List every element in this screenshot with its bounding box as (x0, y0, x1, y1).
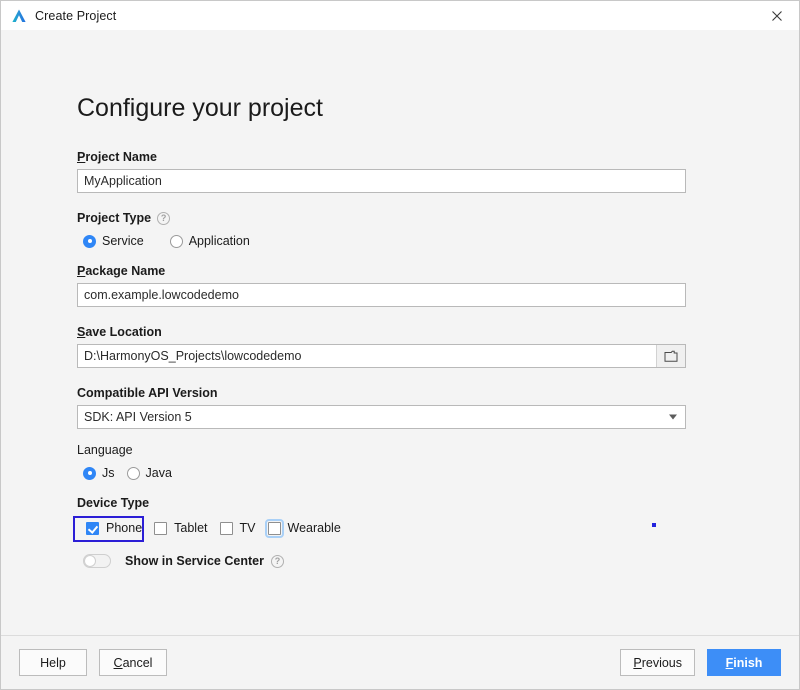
package-name-label-rest: ackage Name (85, 264, 166, 278)
folder-icon[interactable] (656, 345, 685, 367)
checkbox-label-wearable: Wearable (287, 521, 341, 535)
save-location-input[interactable] (77, 344, 686, 368)
project-name-label: Project Name (77, 150, 687, 164)
project-config-form: Project Name Project Type ? Service Appl… (73, 150, 687, 573)
project-name-label-rest: roject Name (85, 150, 157, 164)
compatible-api-version-select[interactable]: SDK: API Version 5 (77, 405, 686, 429)
radio-option-application[interactable]: Application (169, 234, 250, 248)
help-circle-icon-project-type[interactable]: ? (157, 211, 171, 225)
language-label: Language (77, 443, 687, 457)
previous-label-rest: revious (641, 655, 682, 670)
checkbox-indicator-phone[interactable] (86, 521, 99, 535)
radio-label-js: Js (102, 466, 115, 480)
radio-label-java: Java (145, 466, 172, 480)
checkbox-label-tv: TV (239, 521, 256, 535)
project-name-input[interactable] (77, 169, 686, 193)
save-location-field (77, 344, 686, 368)
cancel-label-rest: ancel (122, 655, 153, 670)
language-radio-group: Js Java (77, 462, 687, 484)
close-icon[interactable] (755, 1, 799, 30)
titlebar: Create Project (1, 1, 799, 30)
save-location-label-rest: ave Location (85, 325, 162, 339)
checkbox-option-tablet[interactable]: Tablet (148, 517, 213, 539)
show-in-service-center-row: Show in Service Center ? (77, 549, 687, 573)
checkbox-option-phone[interactable]: Phone (80, 517, 148, 539)
device-type-label: Device Type (77, 496, 687, 510)
cancel-button[interactable]: Cancel (99, 649, 167, 676)
checkbox-option-wearable[interactable]: Wearable (262, 517, 347, 539)
checkbox-label-phone: Phone (106, 521, 143, 535)
compatible-api-version-label: Compatible API Version (77, 386, 687, 400)
window-title: Create Project (35, 8, 117, 23)
checkbox-indicator-tablet[interactable] (154, 521, 168, 535)
help-circle-icon-service-center[interactable]: ? (270, 554, 284, 568)
package-name-label: Package Name (77, 264, 687, 278)
finish-label-rest: inish (733, 655, 763, 670)
device-type-label-text: Device Type (77, 496, 150, 510)
help-button[interactable]: Help (19, 649, 87, 676)
radio-label-service: Service (102, 234, 144, 248)
project-type-radio-group: Service Application (77, 230, 687, 252)
show-in-service-center-label-text: Show in Service Center (125, 554, 264, 568)
project-type-label: Project Type ? (77, 211, 687, 225)
footer-left-buttons: Help Cancel (19, 649, 167, 676)
show-in-service-center-label: Show in Service Center ? (125, 554, 284, 568)
checkbox-indicator-tv[interactable] (219, 521, 233, 535)
page-title: Configure your project (77, 94, 323, 122)
footer-right-buttons: Previous Finish (620, 649, 781, 676)
show-in-service-center-toggle[interactable] (83, 554, 111, 568)
checkbox-indicator-wearable[interactable] (264, 518, 284, 538)
language-label-text: Language (77, 443, 133, 457)
checkbox-option-tv[interactable]: TV (214, 517, 262, 539)
radio-label-application: Application (188, 234, 250, 248)
toggle-knob (84, 555, 96, 567)
radio-indicator-application[interactable] (169, 234, 183, 248)
package-name-input[interactable] (77, 283, 686, 307)
radio-indicator-service[interactable] (83, 234, 96, 248)
dialog-footer: Help Cancel Previous Finish (1, 635, 799, 689)
create-project-dialog: Create Project Configure your project Pr… (0, 0, 800, 690)
previous-button[interactable]: Previous (620, 649, 695, 676)
cancel-mnemonic: C (113, 655, 123, 670)
deveco-delta-logo-icon (11, 8, 27, 24)
compatible-api-version-value: SDK: API Version 5 (84, 410, 192, 424)
chevron-down-icon[interactable] (669, 414, 677, 420)
previous-mnemonic: P (633, 655, 642, 670)
finish-button[interactable]: Finish (707, 649, 781, 676)
cursor-artifact-dot (652, 523, 656, 527)
compatible-api-version-label-text: Compatible API Version (77, 386, 218, 400)
device-type-checkbox-group: Phone Tablet TV Wearable (73, 515, 687, 542)
project-type-label-text: Project Type (77, 211, 152, 225)
radio-option-java[interactable]: Java (126, 466, 172, 480)
radio-option-service[interactable]: Service (83, 234, 144, 248)
checkbox-label-tablet: Tablet (174, 521, 208, 535)
radio-indicator-js[interactable] (83, 466, 96, 480)
radio-indicator-java[interactable] (126, 466, 140, 480)
dialog-content: Configure your project Project Name Proj… (1, 30, 799, 635)
finish-mnemonic: F (725, 655, 734, 670)
radio-option-js[interactable]: Js (83, 466, 115, 480)
save-location-label: Save Location (77, 325, 687, 339)
